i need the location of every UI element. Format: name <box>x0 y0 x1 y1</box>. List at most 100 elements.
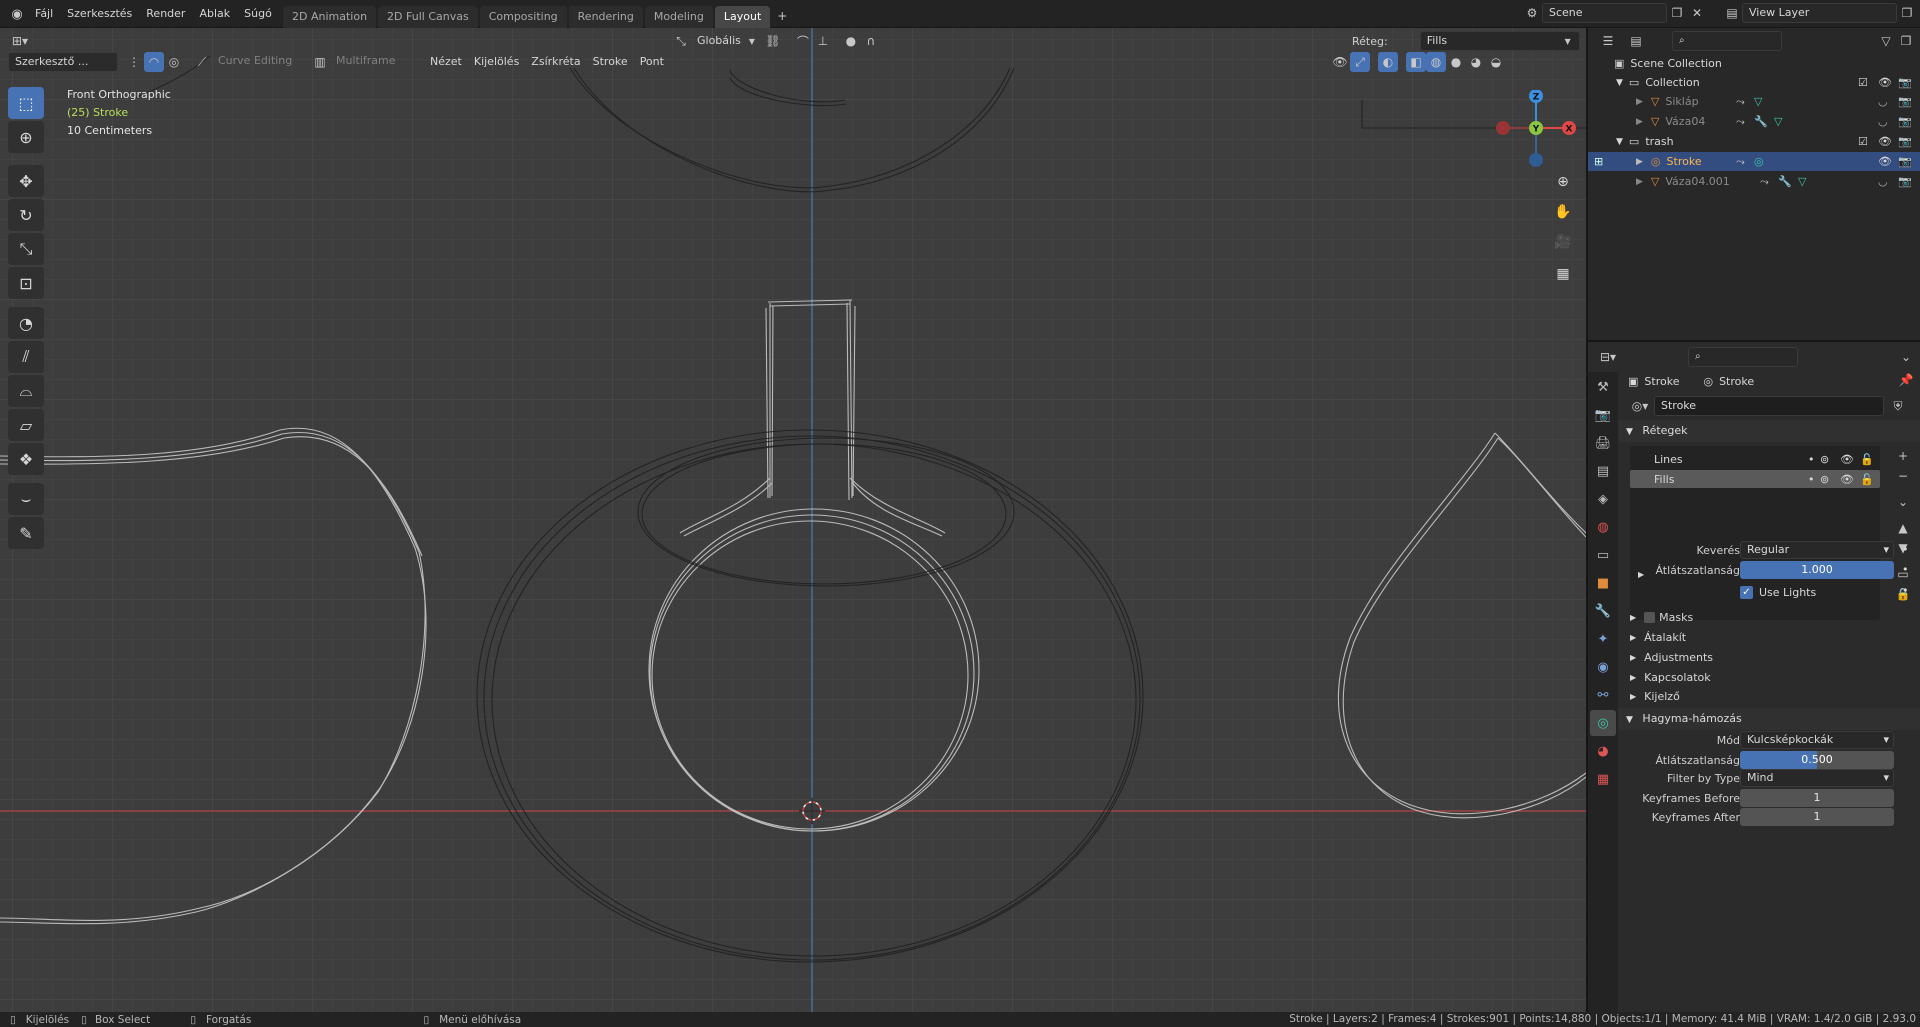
scene-icon[interactable]: ⚙ <box>1522 3 1542 23</box>
view-layer-copy-icon[interactable]: ❐ <box>1897 3 1917 23</box>
transform-tool[interactable]: ⊡ <box>8 267 44 299</box>
zoom-icon[interactable]: ⊕ <box>1551 170 1575 194</box>
subpanel-transform[interactable]: ▶ Átalakít <box>1630 628 1686 646</box>
to-sphere-tool[interactable]: ❖ <box>8 443 44 475</box>
scale-tool[interactable]: ⤡ <box>8 233 44 265</box>
tab-compositing[interactable]: Compositing <box>479 6 567 28</box>
outliner-search[interactable]: ⌕ <box>1672 31 1782 51</box>
keyframe-dot-icon[interactable]: • <box>1902 563 1909 576</box>
menu-select[interactable]: Kijelölés <box>468 52 525 72</box>
view-layer-icon[interactable]: ▤ <box>1722 3 1742 23</box>
viewport-3d[interactable] <box>0 28 1586 1012</box>
layer-field[interactable]: Fills <box>1419 31 1580 51</box>
cursor-tool[interactable]: ⊕ <box>8 121 44 153</box>
add-layer-icon[interactable]: + <box>1893 446 1913 466</box>
tab-2d-full-canvas[interactable]: 2D Full Canvas <box>378 6 478 28</box>
select-stroke-icon[interactable]: ◠ <box>144 52 164 72</box>
outliner-row-trash[interactable]: ▼ ▭ trash ☑ 👁 📷 <box>1588 132 1920 151</box>
ortho-grid-icon[interactable]: ▦ <box>1551 262 1575 286</box>
scene-close-icon[interactable]: ✕ <box>1687 3 1707 23</box>
viewport-canvas[interactable] <box>0 28 1586 1012</box>
expand-icon[interactable]: ▶ <box>1636 177 1643 187</box>
xray-icon[interactable]: ◧ <box>1406 52 1426 72</box>
orientation-chevron-icon[interactable]: ▾ <box>747 31 757 51</box>
layer-visibility-icon[interactable]: 👁 <box>1840 453 1854 466</box>
add-workspace-icon[interactable]: + <box>772 6 792 26</box>
tab-modeling[interactable]: Modeling <box>644 6 713 28</box>
scene-field[interactable]: Scene <box>1542 3 1667 23</box>
datablock-name-field[interactable]: Stroke <box>1654 396 1884 416</box>
mode-dropdown[interactable]: Szerkesztő ... <box>8 52 118 72</box>
masks-checkbox-icon[interactable] <box>1644 611 1656 623</box>
outliner-row-vaza04-001[interactable]: ▶ ▽ Váza04.001 ⤳ 🔧 ▽ ◡ 📷 <box>1588 172 1920 191</box>
subpanel-masks[interactable]: ▶ Masks <box>1630 608 1693 626</box>
expand-icon[interactable]: ▼ <box>1616 137 1623 147</box>
camera-icon[interactable]: 🎥 <box>1551 230 1575 254</box>
outliner-row-siklap[interactable]: ▶ ▽ Sikláp ⤳ ▽ ◡ 📷 <box>1588 92 1920 111</box>
visibility-eye-icon[interactable]: 👁 <box>1878 76 1892 89</box>
keyframe-dot-icon[interactable]: • <box>1902 584 1909 597</box>
radius-tool[interactable]: ◔ <box>8 307 44 339</box>
exclude-checkbox-icon[interactable]: ☑ <box>1858 135 1868 148</box>
shading-rendered-icon[interactable]: ◒ <box>1486 52 1506 72</box>
render-camera-icon[interactable]: 📷 <box>1898 115 1912 128</box>
gizmo-toggle-icon[interactable]: ⤢ <box>1350 52 1370 72</box>
layer-visibility-icon[interactable]: 👁 <box>1840 473 1854 486</box>
bend-tool[interactable]: ⌓ <box>8 375 44 407</box>
editor-type-icon[interactable]: ⊞▾ <box>6 31 34 51</box>
view-layer-field[interactable]: View Layer <box>1742 3 1897 23</box>
constraints-tab-icon[interactable]: ⚯ <box>1590 682 1616 708</box>
visibility-eye-icon[interactable]: 👁 <box>1878 155 1892 168</box>
outliner-row-stroke[interactable]: ⊞ ▶ ◎ Stroke ⤳ ◎ 👁 📷 <box>1588 152 1920 171</box>
render-camera-icon[interactable]: 📷 <box>1898 155 1912 168</box>
render-camera-icon[interactable]: 📷 <box>1898 76 1912 89</box>
properties-options-icon[interactable]: ⌄ <box>1896 347 1916 367</box>
physics-tab-icon[interactable]: ◉ <box>1590 654 1616 680</box>
properties-editor-icon[interactable]: ⊟▾ <box>1598 347 1618 367</box>
move-tool[interactable]: ✥ <box>8 165 44 197</box>
onion-skin-icon[interactable]: ⊚ <box>1820 453 1829 466</box>
checkbox-checked-icon[interactable]: ✓ <box>1740 585 1753 599</box>
layer-row-lines[interactable]: Lines • ⊚ 👁 🔓 <box>1630 450 1880 468</box>
blender-logo-icon[interactable]: ◉ <box>6 4 28 24</box>
subpanel-adjustments[interactable]: ▶ Adjustments <box>1630 648 1713 666</box>
hidden-icon[interactable]: ◡ <box>1878 115 1888 128</box>
fake-user-icon[interactable]: ⛨ <box>1888 396 1908 416</box>
keyframes-before-field[interactable]: 1 <box>1740 789 1894 807</box>
overlay-icon[interactable]: ◐ <box>1378 52 1398 72</box>
snap-increment-icon[interactable]: ⊥ <box>813 31 833 51</box>
interpolate-tool[interactable]: ⌣ <box>8 483 44 515</box>
scene-copy-icon[interactable]: ❐ <box>1667 3 1687 23</box>
layer-dropdown-icon[interactable]: ▾ <box>1558 31 1578 51</box>
use-lights-checkbox-row[interactable]: ✓ Use Lights <box>1740 583 1816 601</box>
expand-icon[interactable]: ▼ <box>1616 78 1623 88</box>
multiframe-icon[interactable]: ▥ <box>310 52 330 72</box>
onion-skin-panel-header[interactable]: ▼ Hagyma-hámozás <box>1618 708 1920 730</box>
render-camera-icon[interactable]: 📷 <box>1898 95 1912 108</box>
multiframe-dropdown[interactable]: Multiframe <box>330 52 414 72</box>
shading-solid-icon[interactable]: ● <box>1446 52 1466 72</box>
menu-render[interactable]: Render <box>139 0 192 28</box>
select-between-icon[interactable]: ◎ <box>164 52 184 72</box>
curve-editing-dropdown[interactable]: Curve Editing <box>212 52 302 72</box>
onion-mode-dropdown[interactable]: Kulcsképkockák ▾ <box>1740 731 1894 749</box>
curve-editing-icon[interactable]: ⟋ <box>192 52 212 72</box>
orientation-dropdown[interactable]: Globális <box>691 31 747 51</box>
layer-lock-icon[interactable]: 🔓 <box>1860 473 1874 486</box>
move-layer-up-icon[interactable]: ▲ <box>1893 518 1913 538</box>
scene-tab-icon[interactable]: ◈ <box>1590 486 1616 512</box>
exclude-checkbox-icon[interactable]: ☑ <box>1858 76 1868 89</box>
pan-hand-icon[interactable]: ✋ <box>1551 200 1575 224</box>
tool-tab-icon[interactable]: ⚒ <box>1590 374 1616 400</box>
filter-dropdown[interactable]: Mind ▾ <box>1740 769 1894 787</box>
remove-layer-icon[interactable]: − <box>1893 466 1913 486</box>
menu-edit[interactable]: Szerkesztés <box>60 0 139 28</box>
keyframe-dot-icon[interactable]: • <box>1902 543 1909 556</box>
tab-rendering[interactable]: Rendering <box>568 6 643 28</box>
rotate-tool[interactable]: ↻ <box>8 199 44 231</box>
layers-panel-header[interactable]: ▼ Rétegek <box>1618 420 1920 442</box>
falloff-icon[interactable]: ∩ <box>861 31 881 51</box>
subpanel-relations[interactable]: ▶ Kapcsolatok <box>1630 668 1711 686</box>
menu-help[interactable]: Súgó <box>237 0 279 28</box>
layer-specials-icon[interactable]: ⌄ <box>1893 492 1913 512</box>
